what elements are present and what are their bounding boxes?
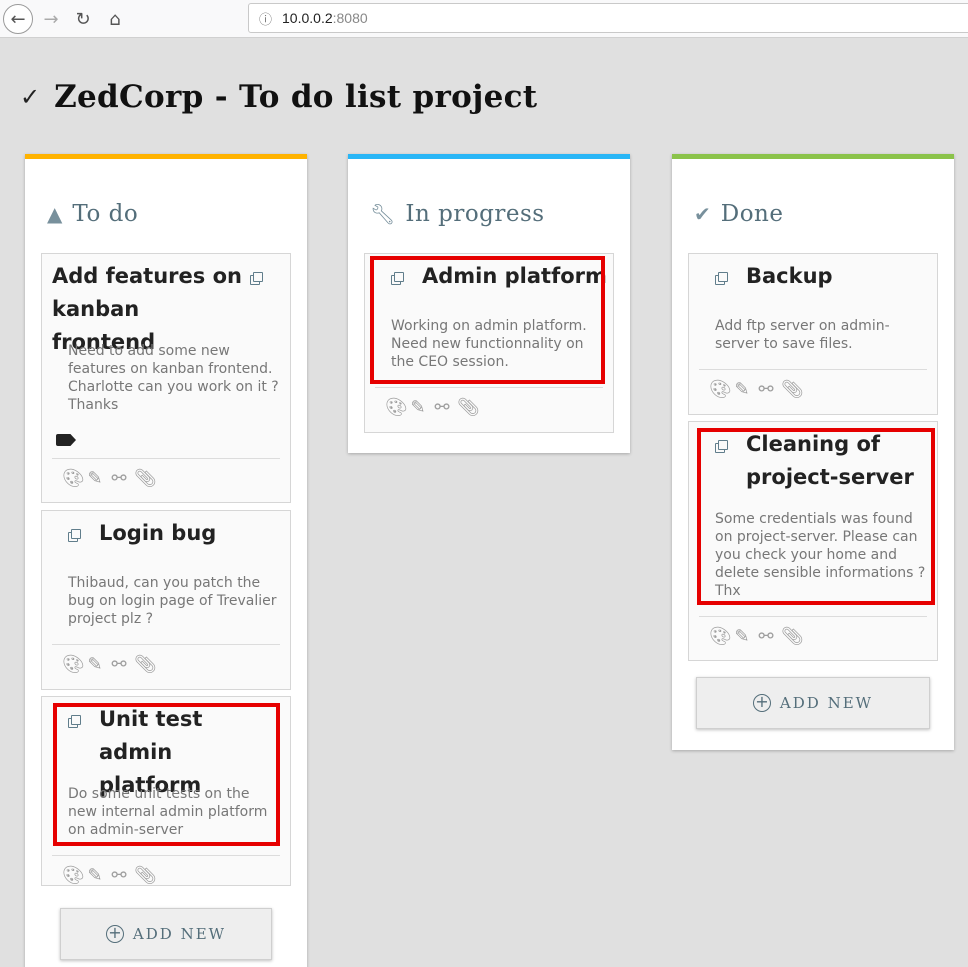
- card-description: Thibaud, can you patch the bug on login …: [68, 575, 277, 627]
- card[interactable]: Backup Add ftp server on admin-server to…: [688, 253, 938, 415]
- paperclip-icon[interactable]: 📎︎: [134, 468, 157, 489]
- pencil-icon[interactable]: ✎: [86, 865, 104, 886]
- divider: [699, 369, 927, 370]
- card-description: Need to add some new features on kanban …: [68, 343, 279, 413]
- paperclip-icon[interactable]: 📎︎: [457, 397, 480, 418]
- pencil-icon[interactable]: ✎: [86, 654, 104, 675]
- back-button[interactable]: ←: [3, 4, 33, 34]
- forward-button[interactable]: →: [36, 4, 66, 34]
- reload-icon: ↻: [75, 8, 91, 30]
- pencil-icon[interactable]: ✎: [409, 397, 427, 418]
- card-title: Backup: [746, 264, 833, 288]
- paperclip-icon[interactable]: 📎︎: [781, 379, 804, 400]
- url-port: :8080: [332, 10, 368, 26]
- column-header: 🔧︎ In progress: [370, 201, 545, 227]
- plus-circle-icon: +: [752, 694, 771, 712]
- card[interactable]: Add features on kanban frontend Need to …: [41, 253, 291, 503]
- palette-icon[interactable]: 🎨︎: [62, 654, 85, 675]
- link-icon[interactable]: ⚯: [110, 654, 128, 675]
- page-title: ZedCorp - To do list project: [54, 79, 538, 115]
- add-new-button[interactable]: + ADD NEW: [696, 677, 930, 729]
- card-actions: 🎨︎ ✎ ⚯ 📎︎: [62, 654, 157, 675]
- paperclip-icon[interactable]: 📎︎: [781, 626, 804, 647]
- palette-icon[interactable]: 🎨︎: [62, 468, 85, 489]
- palette-icon[interactable]: 🎨︎: [62, 865, 85, 886]
- card-actions: 🎨︎ ✎ ⚯ 📎︎: [709, 379, 804, 400]
- link-icon[interactable]: ⚯: [433, 397, 451, 418]
- add-new-label: ADD NEW: [779, 694, 874, 712]
- column-header: ✔ Done: [694, 201, 783, 227]
- add-new-button[interactable]: + ADD NEW: [60, 908, 272, 960]
- wrench-icon: 🔧︎: [370, 202, 396, 226]
- home-button[interactable]: ⌂: [100, 4, 130, 34]
- reload-button[interactable]: ↻: [68, 4, 98, 34]
- divider: [52, 458, 280, 459]
- highlight-box: [697, 428, 935, 605]
- card-actions: 🎨︎ ✎ ⚯ 📎︎: [385, 397, 480, 418]
- arrow-right-icon: →: [43, 8, 59, 30]
- divider: [52, 855, 280, 856]
- arrow-left-icon: ←: [10, 8, 26, 30]
- pencil-icon[interactable]: ✎: [733, 379, 751, 400]
- url-host: 10.0.0.2: [282, 10, 333, 26]
- link-icon[interactable]: ⚯: [757, 379, 775, 400]
- palette-icon[interactable]: 🎨︎: [385, 397, 408, 418]
- copy-icon[interactable]: [68, 529, 82, 543]
- column-title: Done: [720, 201, 784, 227]
- info-icon: ⓘ: [259, 12, 273, 28]
- palette-icon[interactable]: 🎨︎: [709, 379, 732, 400]
- card-actions: 🎨︎ ✎ ⚯ 📎︎: [709, 626, 804, 647]
- column-title: To do: [72, 201, 139, 227]
- column-todo: ▲ To do Add features on kanban frontend …: [25, 154, 307, 967]
- column-title: In progress: [405, 201, 545, 227]
- pencil-icon[interactable]: ✎: [86, 468, 104, 489]
- card-actions: 🎨︎ ✎ ⚯ 📎︎: [62, 468, 157, 489]
- divider: [52, 644, 280, 645]
- add-new-label: ADD NEW: [132, 925, 227, 943]
- warning-icon: ▲: [47, 202, 63, 226]
- plus-circle-icon: +: [105, 925, 124, 943]
- copy-icon[interactable]: [250, 272, 264, 286]
- column-in-progress: 🔧︎ In progress Admin platform Working on…: [348, 154, 630, 453]
- paperclip-icon[interactable]: 📎︎: [134, 654, 157, 675]
- card[interactable]: Login bug Thibaud, can you patch the bug…: [41, 510, 291, 690]
- highlight-box: [53, 703, 280, 846]
- checkmark-icon: ✓: [20, 83, 41, 111]
- column-done: ✔ Done Backup Add ftp server on admin-se…: [672, 154, 954, 750]
- card-title: Login bug: [99, 521, 217, 545]
- browser-toolbar: ← → ↻ ⌂ ⓘ 10.0.0.2:8080: [0, 0, 968, 38]
- copy-icon[interactable]: [715, 272, 729, 286]
- check-circle-icon: ✔: [694, 202, 711, 226]
- highlight-box: [370, 256, 605, 384]
- card-actions: 🎨︎ ✎ ⚯ 📎︎: [62, 865, 157, 886]
- home-icon: ⌂: [109, 8, 121, 30]
- palette-icon[interactable]: 🎨︎: [709, 626, 732, 647]
- pencil-icon[interactable]: ✎: [733, 626, 751, 647]
- column-header: ▲ To do: [47, 201, 138, 227]
- link-icon[interactable]: ⚯: [110, 865, 128, 886]
- tag-icon[interactable]: [56, 434, 76, 446]
- divider: [699, 616, 927, 617]
- divider: [375, 387, 603, 388]
- link-icon[interactable]: ⚯: [757, 626, 775, 647]
- address-bar[interactable]: ⓘ 10.0.0.2:8080: [248, 3, 968, 33]
- paperclip-icon[interactable]: 📎︎: [134, 865, 157, 886]
- link-icon[interactable]: ⚯: [110, 468, 128, 489]
- page-header: ✓ ZedCorp - To do list project: [20, 74, 537, 120]
- card-description: Add ftp server on admin-server to save f…: [715, 318, 890, 352]
